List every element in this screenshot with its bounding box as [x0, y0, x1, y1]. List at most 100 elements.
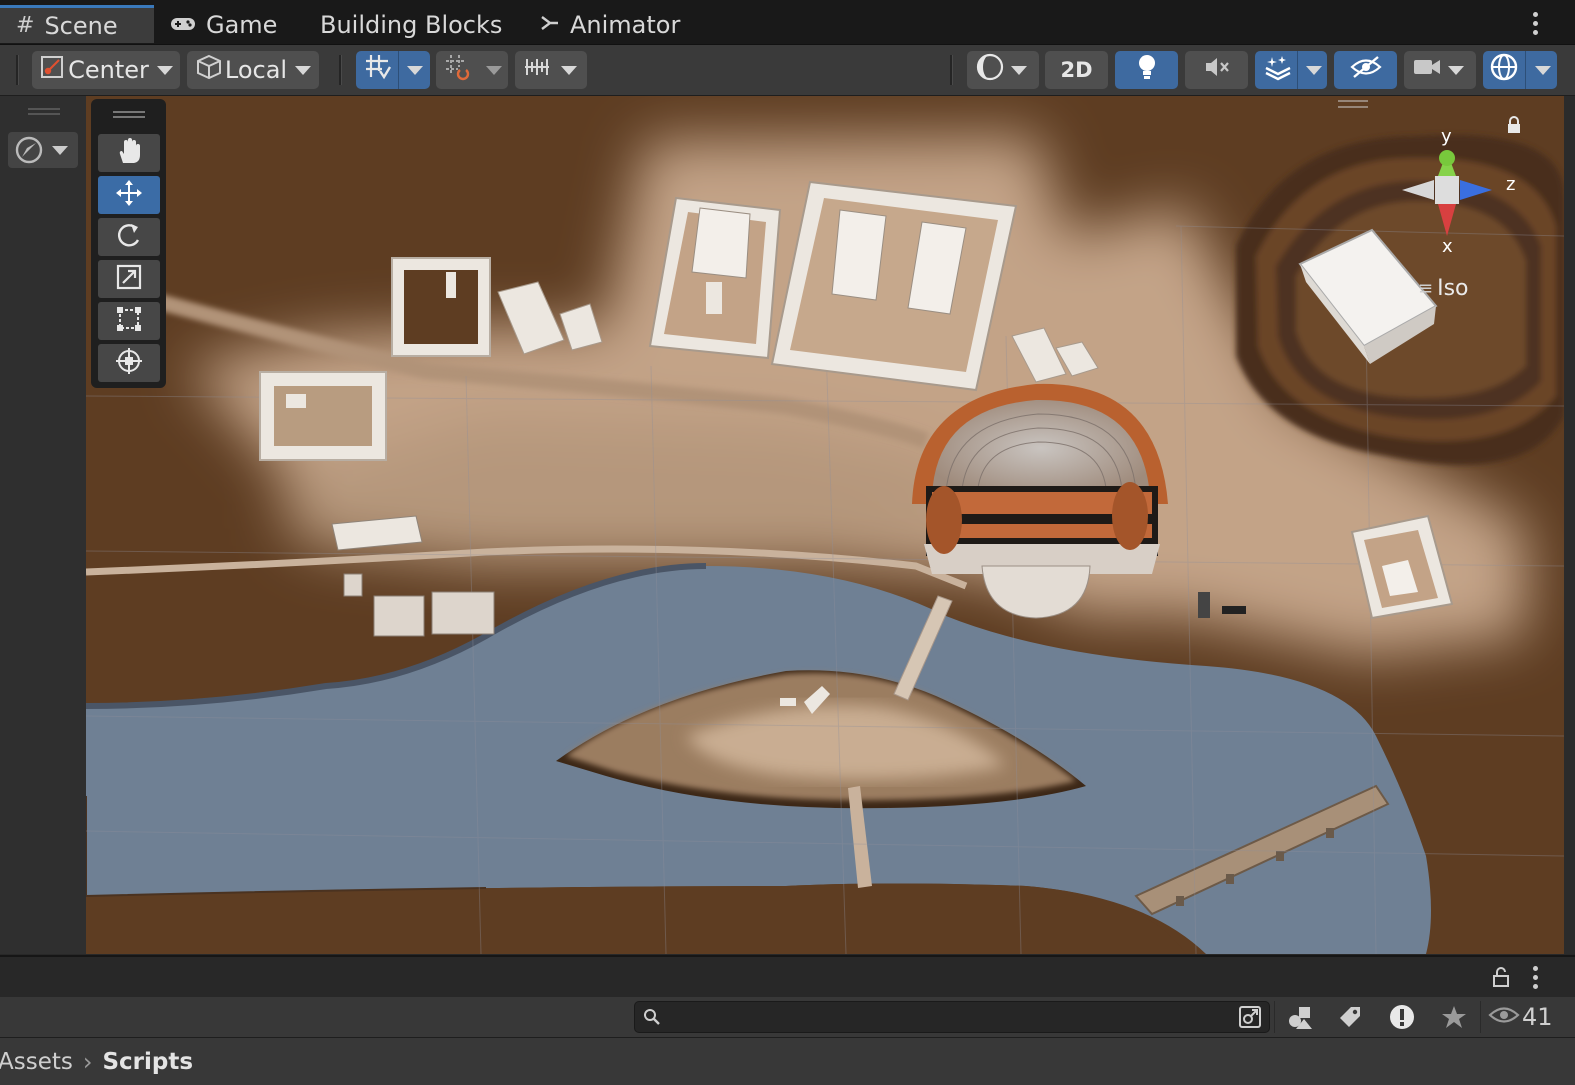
pivot-mode-label: Center — [68, 56, 149, 84]
scene-viewport[interactable]: y z x ≡ Iso — [86, 96, 1564, 954]
move-arrows-icon — [114, 178, 144, 212]
scene-left-overlay — [0, 96, 86, 954]
chevron-down-icon — [156, 65, 173, 75]
error-filter-icon[interactable] — [1384, 1000, 1420, 1034]
tools-overlay — [91, 99, 166, 388]
transform-tool-button[interactable] — [98, 344, 160, 382]
drag-handle-icon[interactable] — [113, 111, 145, 113]
tab-animator-label: Animator — [570, 11, 681, 39]
grid-snap-icon — [364, 53, 392, 87]
shading-sphere-icon — [975, 52, 1005, 88]
tab-game[interactable]: Game — [170, 6, 277, 44]
tab-bar: # Scene Game Building Blocks Animator — [0, 0, 1575, 45]
audio-muted-icon — [1203, 54, 1231, 86]
gizmo-z-label: z — [1506, 174, 1516, 195]
grid-snapping-toggle[interactable] — [356, 51, 430, 89]
scene-right-edge — [1564, 96, 1575, 954]
gizmo-y-label: y — [1441, 126, 1452, 147]
favorite-star-icon[interactable] — [1436, 1000, 1472, 1034]
gizmo-globe-icon — [1488, 51, 1520, 89]
cube-icon — [195, 53, 223, 87]
increment-snap-toggle[interactable] — [436, 51, 508, 89]
label-tag-icon[interactable] — [1332, 1000, 1368, 1034]
projection-label: Iso — [1437, 276, 1469, 301]
rect-transform-icon — [114, 304, 144, 338]
shading-mode-dropdown[interactable] — [967, 51, 1039, 89]
eye-icon — [1488, 1004, 1520, 1030]
scene-terrain — [86, 96, 1564, 954]
eye-hidden-icon — [1349, 54, 1383, 86]
orientation-dropdown[interactable] — [8, 132, 78, 168]
chevron-down-icon[interactable] — [407, 66, 423, 75]
lock-icon[interactable] — [1492, 966, 1510, 992]
rotate-icon — [114, 220, 144, 254]
ruler-toggle[interactable] — [515, 51, 587, 89]
scale-tool-button[interactable] — [98, 260, 160, 298]
gizmo-x-label: x — [1442, 236, 1453, 257]
tab-scene[interactable]: # Scene — [0, 5, 154, 43]
pivot-center-dropdown[interactable]: Center — [32, 51, 180, 89]
toggle-2d-button[interactable]: 2D — [1045, 51, 1108, 89]
scale-icon — [114, 262, 144, 296]
chevron-down-icon — [1011, 66, 1027, 75]
orientation-gizmo[interactable]: y z x — [1394, 124, 1524, 274]
tab-building-blocks[interactable]: Building Blocks — [320, 6, 502, 44]
toggle-2d-label: 2D — [1060, 58, 1093, 82]
pivot-icon — [39, 54, 65, 86]
tab-building-blocks-label: Building Blocks — [320, 11, 503, 39]
ruler-icon — [523, 53, 551, 87]
chevron-down-icon[interactable] — [1306, 66, 1322, 75]
more-options-icon[interactable] — [1528, 8, 1542, 38]
chevron-down-icon — [295, 65, 312, 75]
gamepad-icon — [170, 13, 196, 38]
rect-tool-button[interactable] — [98, 302, 160, 340]
breadcrumb: Assets › Scripts — [0, 1038, 1575, 1085]
view-tool-button[interactable] — [98, 134, 160, 172]
scene-toolbar: Center Local 2D — [0, 45, 1575, 96]
hand-icon — [114, 136, 144, 170]
audio-toggle[interactable] — [1185, 51, 1248, 89]
chevron-down-icon — [1448, 66, 1464, 75]
compass-icon — [14, 135, 44, 169]
search-icon — [643, 1008, 661, 1030]
search-text-field[interactable] — [667, 1005, 1231, 1029]
camera-icon — [1412, 56, 1442, 84]
tab-animator[interactable]: Animator — [540, 6, 680, 44]
visibility-count-label: 41 — [1522, 1003, 1553, 1031]
chevron-down-icon — [52, 146, 68, 155]
tab-scene-label: Scene — [44, 11, 118, 40]
pivot-local-dropdown[interactable]: Local — [187, 51, 319, 89]
filter-by-type-icon[interactable] — [1282, 1000, 1318, 1034]
more-options-icon[interactable] — [1528, 964, 1542, 994]
chevron-down-icon[interactable] — [1535, 66, 1551, 75]
lighting-toggle[interactable] — [1115, 51, 1178, 89]
animator-icon — [540, 13, 560, 38]
rotate-tool-button[interactable] — [98, 218, 160, 256]
effects-layers-icon — [1263, 53, 1293, 87]
transform-icon — [114, 346, 144, 380]
projection-toggle[interactable]: ≡ Iso — [1418, 276, 1469, 301]
breadcrumb-scripts[interactable]: Scripts — [102, 1049, 193, 1075]
breadcrumb-separator: › — [82, 1047, 93, 1076]
lock-icon[interactable] — [1506, 116, 1522, 138]
light-bulb-icon — [1135, 53, 1159, 87]
drag-handle-icon[interactable] — [1338, 100, 1368, 102]
chevron-down-icon[interactable] — [486, 66, 502, 75]
visibility-count[interactable]: 41 — [1488, 1000, 1568, 1034]
increment-snap-icon — [444, 53, 472, 87]
project-panel-header — [0, 955, 1575, 997]
search-in-scene-icon[interactable] — [1232, 1001, 1268, 1033]
drag-handle-icon[interactable] — [28, 108, 60, 110]
search-input[interactable] — [634, 1001, 1270, 1033]
scene-visibility-toggle[interactable] — [1334, 51, 1397, 89]
pivot-rotation-label: Local — [224, 56, 288, 84]
breadcrumb-assets[interactable]: Assets — [0, 1049, 73, 1075]
gizmos-toggle[interactable] — [1483, 51, 1557, 89]
move-tool-button[interactable] — [98, 176, 160, 214]
effects-toggle[interactable] — [1255, 51, 1327, 89]
menu-lines-icon: ≡ — [1418, 278, 1434, 299]
hash-grid-icon: # — [16, 13, 35, 38]
tab-game-label: Game — [206, 11, 278, 39]
chevron-down-icon[interactable] — [561, 66, 577, 75]
camera-dropdown[interactable] — [1404, 51, 1476, 89]
